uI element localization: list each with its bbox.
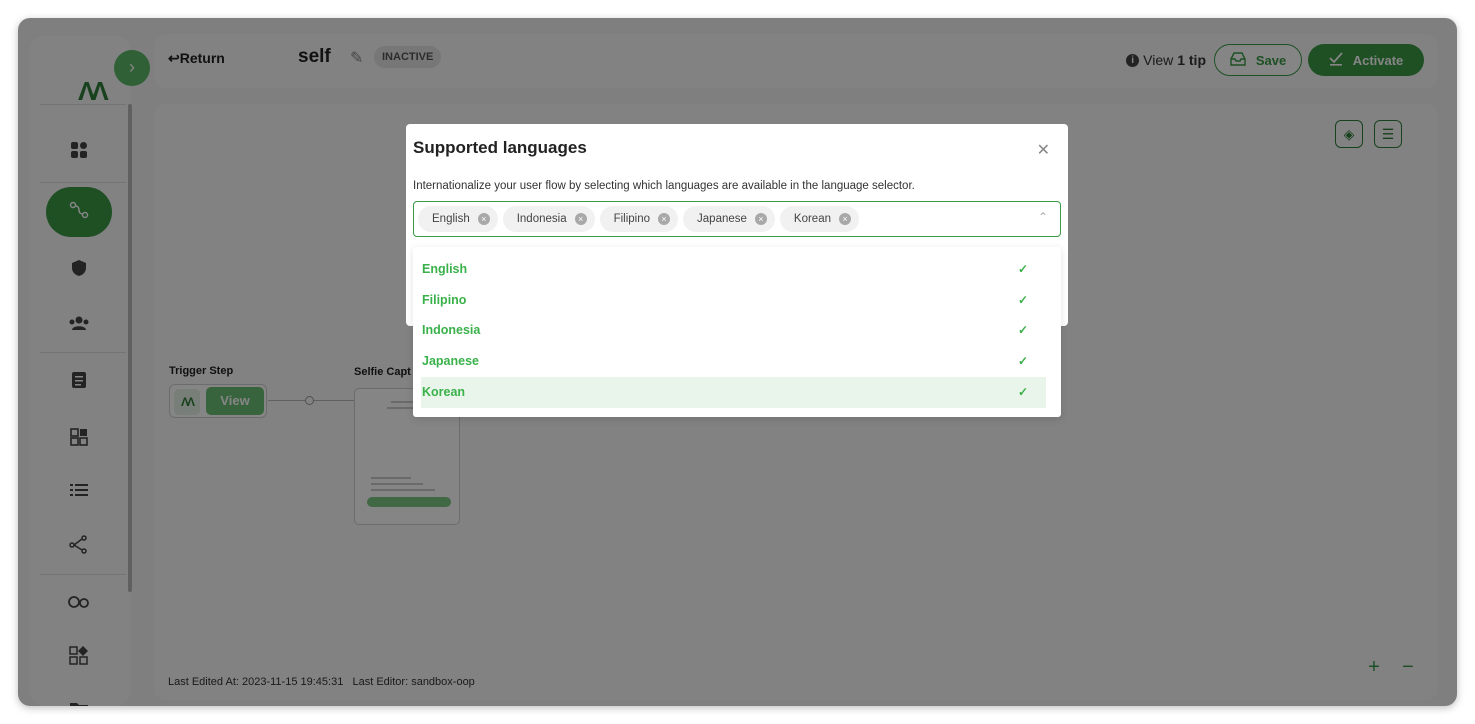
modal-description: Internationalize your user flow by selec… — [413, 180, 915, 192]
remove-tag-icon[interactable]: × — [839, 213, 851, 225]
check-icon: ✓ — [1017, 293, 1028, 307]
option-label: Indonesia — [422, 323, 481, 337]
app-window: ΛΛ › ↩Return self ✎ INACTIVE i View 1 ti… — [18, 18, 1457, 706]
check-icon: ✓ — [1017, 262, 1028, 276]
modal-title: Supported languages — [413, 138, 587, 157]
remove-tag-icon[interactable]: × — [477, 213, 490, 225]
option-label: Filipino — [422, 293, 467, 307]
check-icon: ✓ — [1017, 385, 1028, 399]
language-multiselect[interactable]: English × Indonesia × Filipino × Japanese × … — [413, 201, 1061, 237]
close-icon[interactable]: ✕ — [1037, 140, 1050, 160]
language-tag: Filipino × — [599, 206, 679, 232]
remove-tag-icon[interactable]: × — [658, 213, 671, 225]
language-tag: Korean × — [779, 206, 859, 232]
tag-label: English — [432, 213, 470, 225]
language-dropdown: English ✓ Filipino ✓ Indonesia ✓ Japanese ✓ … — [413, 247, 1061, 417]
language-option-korean[interactable]: Korean ✓ — [421, 377, 1046, 408]
tag-label: Filipino — [613, 213, 651, 225]
remove-tag-icon[interactable]: × — [574, 213, 587, 225]
language-option-filipino[interactable]: Filipino ✓ — [421, 285, 1046, 316]
tag-label: Korean — [793, 213, 831, 225]
language-option-japanese[interactable]: Japanese ✓ — [421, 346, 1046, 377]
language-tag: English × — [418, 206, 498, 232]
selected-tags: English × Indonesia × Filipino × Japanese × … — [418, 206, 859, 232]
option-label: Korean — [422, 385, 466, 399]
language-option-english[interactable]: English ✓ — [421, 254, 1046, 285]
chevron-up-icon[interactable]: ⌃ — [1038, 210, 1048, 224]
tag-label: Indonesia — [516, 213, 567, 225]
check-icon: ✓ — [1017, 323, 1028, 337]
language-tag: Japanese × — [683, 206, 775, 232]
check-icon: ✓ — [1017, 354, 1028, 368]
language-tag: Indonesia × — [502, 206, 595, 232]
option-label: Japanese — [422, 354, 479, 368]
option-label: English — [422, 262, 468, 276]
tag-label: Japanese — [697, 213, 747, 225]
language-option-indonesia[interactable]: Indonesia ✓ — [421, 315, 1046, 346]
remove-tag-icon[interactable]: × — [754, 213, 767, 225]
